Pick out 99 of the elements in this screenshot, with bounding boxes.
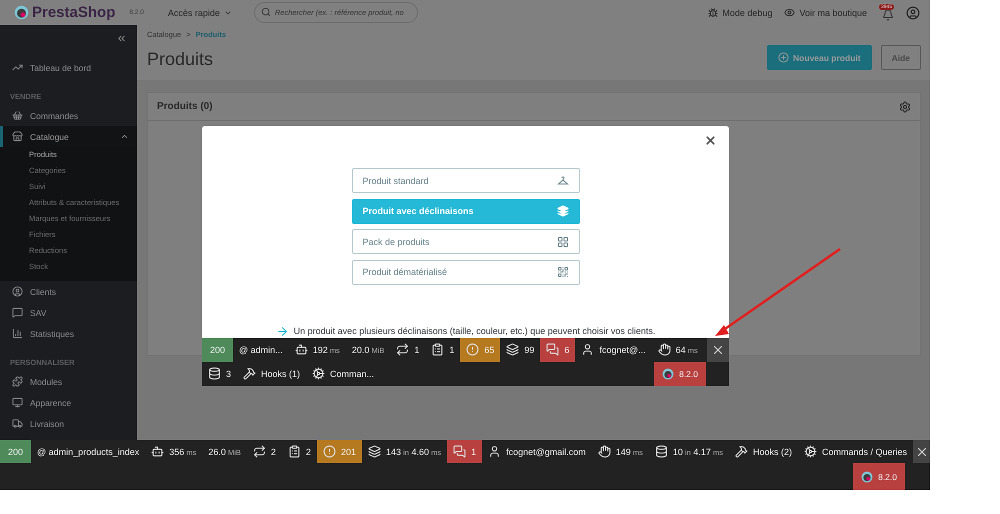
toolbar-text[interactable]: 1 (449, 344, 454, 354)
logo-icon (14, 5, 29, 20)
hand-icon (598, 445, 611, 458)
product-type-option[interactable]: Pack de produits (352, 229, 580, 254)
user-icon (488, 445, 502, 458)
hand-icon (658, 343, 671, 356)
bar-chart-icon (12, 328, 23, 339)
toolbar-text[interactable]: Hooks (2) (752, 446, 792, 456)
bug-icon (708, 8, 718, 18)
grid-icon (556, 236, 568, 248)
toolbar-text[interactable]: 201 (340, 446, 356, 456)
version-badge[interactable]: 8.2.0 (853, 463, 905, 490)
log-count-badge[interactable]: 201 (316, 440, 362, 463)
page-title: Produits (147, 49, 214, 70)
robot-icon (151, 445, 164, 458)
repeat-icon (252, 445, 266, 458)
view-shop-link[interactable]: Voir ma boutique (784, 7, 867, 18)
repeat-icon (396, 343, 410, 356)
store-icon (12, 131, 23, 142)
user-icon (581, 343, 594, 356)
version-text: 8.2.0 (679, 368, 698, 378)
account-icon[interactable] (906, 6, 920, 20)
sidebar-item[interactable]: Clients (0, 281, 137, 302)
debug-mode-link[interactable]: Mode debug (708, 8, 772, 18)
brand-logo[interactable]: PrestaShop (32, 4, 116, 21)
panel-title: Produits (0) (157, 101, 213, 112)
monitor-icon (12, 397, 23, 408)
sidebar-item[interactable]: Statistiques (0, 323, 137, 344)
translation-badge[interactable]: 6 (540, 338, 576, 362)
chat-icon (453, 445, 466, 458)
collapse-icon[interactable] (116, 33, 127, 44)
layers-icon (368, 445, 381, 458)
database-icon (208, 367, 221, 380)
close-icon[interactable] (704, 134, 717, 147)
toolbar-text[interactable]: 200 (210, 344, 226, 354)
status-badge[interactable]: 200 (0, 440, 32, 463)
toolbar-text[interactable]: Comman... (330, 368, 374, 378)
close-button[interactable] (913, 440, 930, 463)
sidebar-item[interactable]: Modules (0, 371, 137, 392)
toolbar-text[interactable]: 1 (414, 344, 420, 354)
logo-icon (662, 368, 674, 380)
toolbar-text[interactable]: Commands / Queries (822, 446, 908, 456)
version-badge[interactable]: 8.2.0 (654, 362, 706, 386)
puzzle-icon (12, 376, 23, 387)
chat-icon (12, 307, 23, 318)
plus-icon (778, 52, 790, 63)
chat-icon (546, 343, 560, 356)
toolbar-text[interactable]: 3 (226, 368, 232, 378)
sidebar-item[interactable]: Commandes (0, 105, 137, 126)
clipboard-icon (288, 445, 301, 458)
toolbar-text[interactable]: 65 (484, 344, 494, 354)
layers-icon (506, 343, 520, 356)
product-type-option[interactable]: Produit standard (352, 168, 580, 193)
clipboard-icon (431, 343, 444, 356)
basket-icon (12, 110, 23, 121)
alert-icon (466, 343, 480, 356)
alert-icon (322, 445, 336, 458)
truck-icon (12, 418, 23, 429)
arrow-right-icon (276, 324, 289, 338)
toolbar-text[interactable]: fcognet@... (599, 344, 646, 354)
hammer-icon (734, 445, 748, 458)
user-icon (12, 286, 23, 297)
toolbar-text[interactable]: Hooks (1) (261, 368, 300, 378)
sidebar-item[interactable]: Apparence (0, 392, 137, 413)
version-text: 8.2.0 (878, 472, 897, 482)
translation-badge[interactable]: 1 (447, 440, 482, 463)
toolbar-text[interactable]: 6 (564, 344, 570, 354)
log-count-badge[interactable]: 65 (460, 338, 500, 362)
robot-icon (294, 343, 308, 356)
close-button[interactable] (707, 338, 729, 362)
sidebar-item[interactable]: Livraison (0, 413, 137, 434)
toolbar-text[interactable]: @ admin_products_index (37, 446, 140, 456)
bell-icon (882, 9, 894, 21)
sidebar-item[interactable]: SAV (0, 302, 137, 323)
toolbar-text[interactable]: 99 (524, 344, 534, 354)
toolbar-text[interactable]: 1 (471, 446, 476, 456)
gear-icon (312, 367, 326, 380)
hammer-icon (243, 367, 256, 380)
layers-icon (556, 205, 568, 217)
sidebar-item[interactable]: Catalogue (0, 126, 137, 147)
toolbar-text[interactable]: fcognet@gmail.com (506, 446, 586, 456)
eye-icon (784, 7, 796, 18)
toolbar-text[interactable]: @ admin... (239, 344, 283, 354)
product-type-option[interactable]: Produit dématérialisé (352, 260, 580, 284)
toolbar-text[interactable]: 2 (306, 446, 311, 456)
toolbar-text[interactable]: 2 (270, 446, 276, 456)
option-description: Un produit avec plusieurs déclinaisons (taille, couleur, etc.) que peuvent choisir vos clients. (294, 326, 656, 336)
quick-access-menu[interactable]: Accès rapide (168, 8, 232, 18)
database-icon (654, 445, 668, 458)
sidebar-item[interactable]: Tableau de bord (0, 57, 137, 78)
status-badge[interactable]: 200 (202, 338, 234, 362)
trend-icon (12, 62, 23, 73)
settings-icon[interactable] (899, 100, 911, 112)
logo-icon (861, 470, 874, 482)
gear-icon (804, 445, 817, 458)
qr-code-icon (556, 266, 568, 278)
hanger-icon (556, 174, 568, 186)
search-icon (260, 7, 271, 17)
toolbar-text[interactable]: 200 (8, 446, 24, 456)
